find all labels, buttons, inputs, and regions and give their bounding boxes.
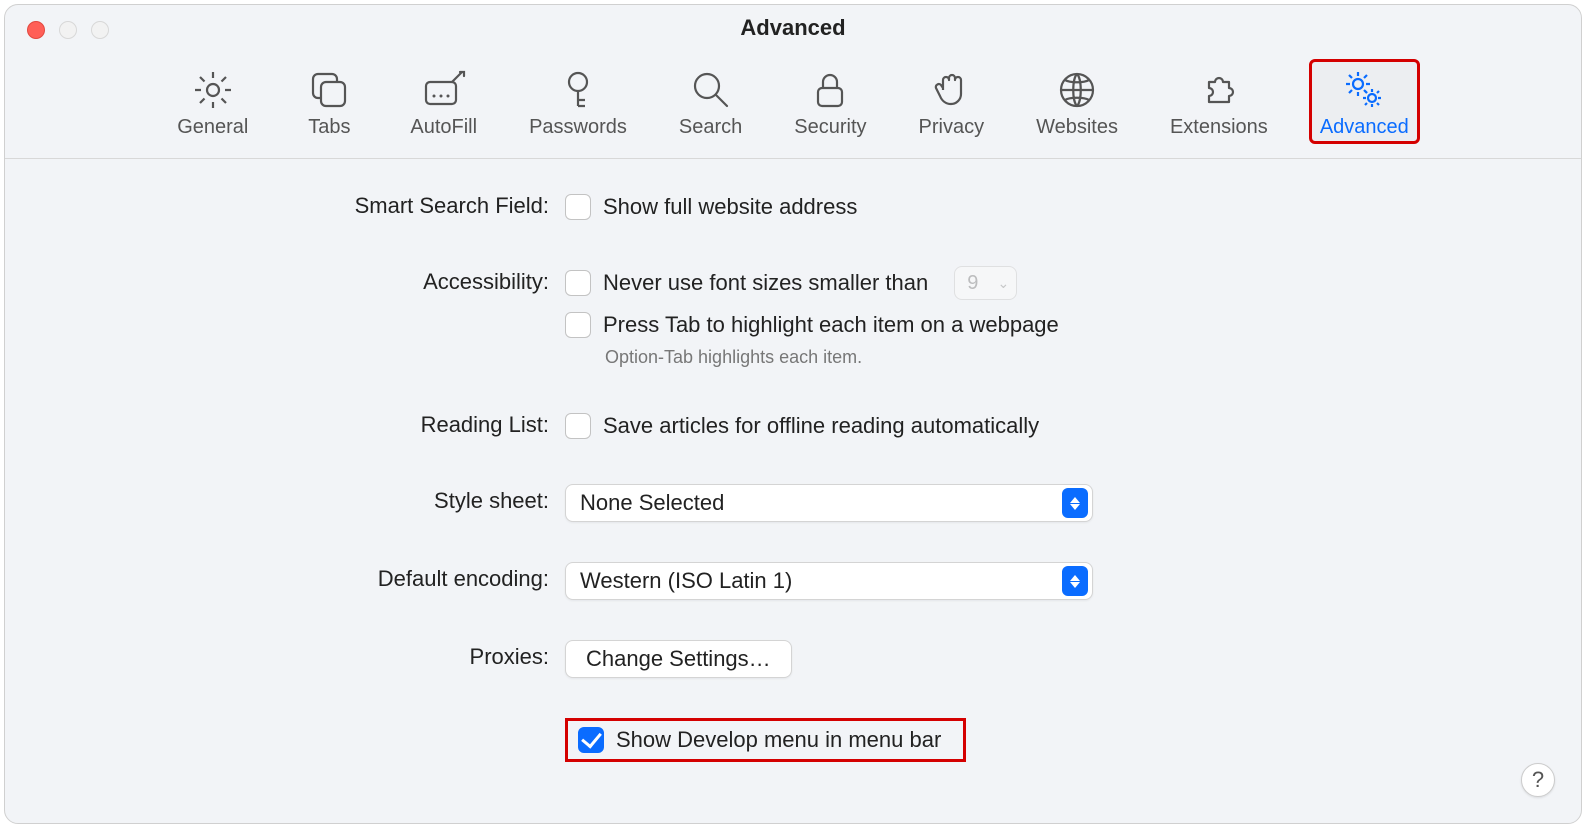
- min-font-size-value: 9: [955, 272, 990, 295]
- tab-security[interactable]: Security: [783, 59, 877, 144]
- tabs-icon: [307, 68, 351, 112]
- tab-general[interactable]: General: [166, 59, 259, 144]
- tab-search[interactable]: Search: [668, 59, 753, 144]
- option-tab-hint: Option-Tab highlights each item.: [605, 347, 1581, 368]
- tab-autofill[interactable]: AutoFill: [399, 59, 488, 144]
- style-sheet-select[interactable]: None Selected: [565, 484, 1093, 522]
- default-encoding-value: Western (ISO Latin 1): [580, 568, 792, 594]
- autofill-icon: [422, 68, 466, 112]
- gears-icon: [1342, 68, 1386, 112]
- press-tab-highlight-text: Press Tab to highlight each item on a we…: [603, 312, 1059, 338]
- select-arrows-icon: [1062, 488, 1088, 518]
- hand-icon: [929, 68, 973, 112]
- never-font-smaller-text: Never use font sizes smaller than: [603, 270, 928, 296]
- show-full-address-text: Show full website address: [603, 194, 857, 220]
- window-title: Advanced: [5, 15, 1581, 41]
- globe-icon: [1055, 68, 1099, 112]
- default-encoding-label: Default encoding:: [5, 562, 565, 592]
- reading-list-label: Reading List:: [5, 408, 565, 438]
- develop-menu-highlight: Show Develop menu in menu bar: [565, 718, 966, 762]
- gear-icon: [191, 68, 235, 112]
- save-offline-text: Save articles for offline reading automa…: [603, 413, 1039, 439]
- show-full-address-checkbox[interactable]: [565, 194, 591, 220]
- search-icon: [689, 68, 733, 112]
- tab-websites[interactable]: Websites: [1025, 59, 1129, 144]
- help-button[interactable]: ?: [1521, 763, 1555, 797]
- preferences-toolbar: General Tabs AutoFill Passwords Search: [5, 51, 1581, 159]
- proxies-label: Proxies:: [5, 640, 565, 670]
- change-proxy-settings-button[interactable]: Change Settings…: [565, 640, 792, 678]
- key-icon: [556, 68, 600, 112]
- style-sheet-value: None Selected: [580, 490, 724, 516]
- default-encoding-select[interactable]: Western (ISO Latin 1): [565, 562, 1093, 600]
- tab-extensions[interactable]: Extensions: [1159, 59, 1279, 144]
- style-sheet-label: Style sheet:: [5, 484, 565, 514]
- show-develop-menu-checkbox[interactable]: [578, 727, 604, 753]
- show-develop-menu-text: Show Develop menu in menu bar: [616, 727, 941, 753]
- press-tab-highlight-checkbox[interactable]: [565, 312, 591, 338]
- select-arrows-icon: [1062, 566, 1088, 596]
- tab-passwords[interactable]: Passwords: [518, 59, 638, 144]
- settings-content: Smart Search Field: Show full website ad…: [5, 159, 1581, 802]
- titlebar: Advanced: [5, 5, 1581, 51]
- save-offline-checkbox[interactable]: [565, 413, 591, 439]
- min-font-size-stepper[interactable]: 9 ⌄: [954, 266, 1017, 300]
- smart-search-label: Smart Search Field:: [5, 189, 565, 219]
- tab-privacy[interactable]: Privacy: [908, 59, 996, 144]
- chevron-down-icon: ⌄: [990, 275, 1016, 292]
- accessibility-label: Accessibility:: [5, 265, 565, 295]
- never-font-smaller-checkbox[interactable]: [565, 270, 591, 296]
- lock-icon: [808, 68, 852, 112]
- preferences-window: Advanced General Tabs AutoFill Passwords: [4, 4, 1582, 824]
- tab-tabs[interactable]: Tabs: [289, 59, 369, 144]
- puzzle-icon: [1197, 68, 1241, 112]
- tab-advanced[interactable]: Advanced: [1309, 59, 1420, 144]
